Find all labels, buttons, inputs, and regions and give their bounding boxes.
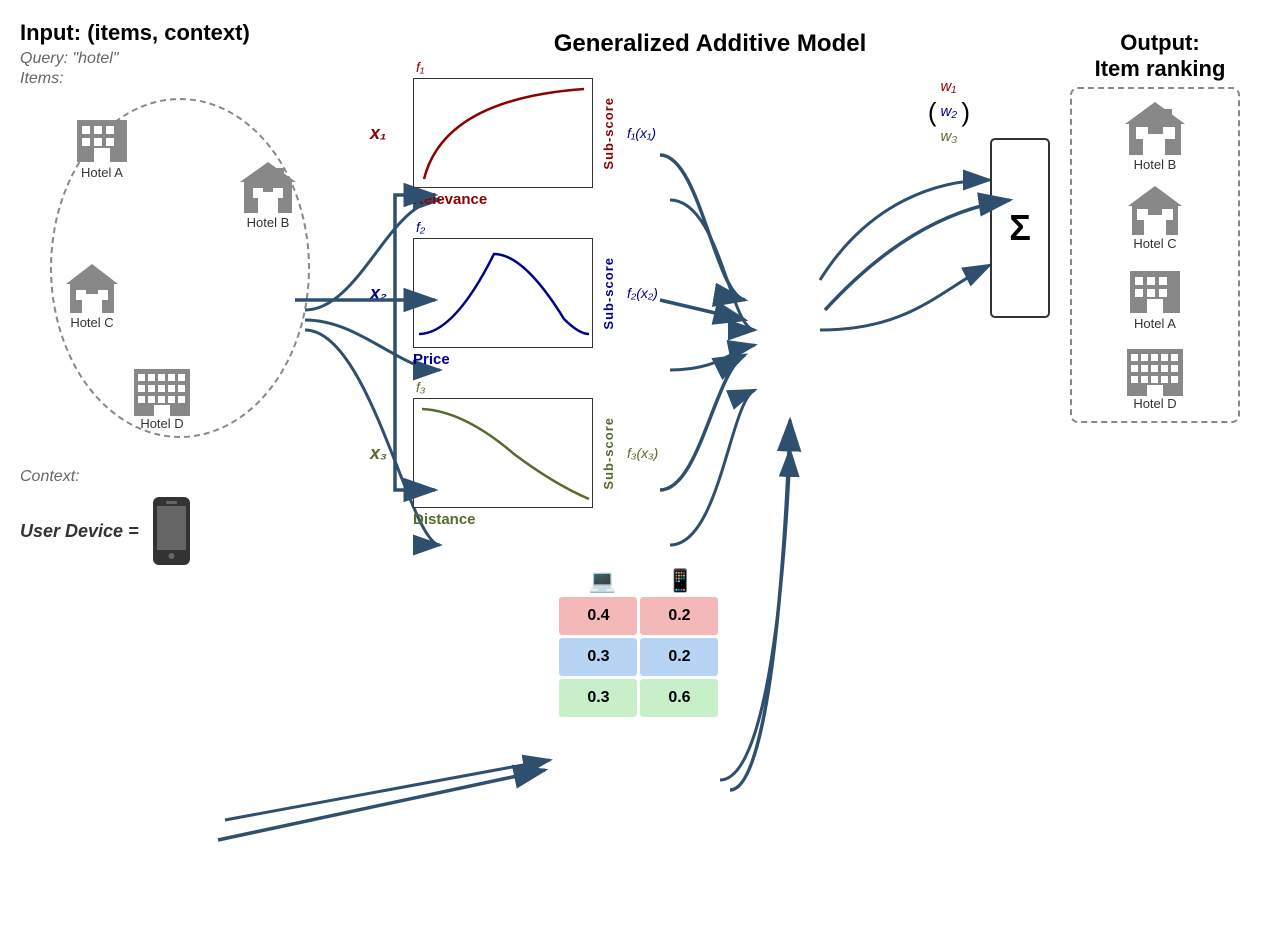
f2-func-label: f₂(x₂): [627, 285, 658, 301]
w1-phone: 0.2: [640, 597, 718, 635]
f2-subscore-label: Sub-score: [601, 257, 616, 330]
features-container: x₁ f₁ Sub-score f₁(x₁) Relevance: [370, 78, 908, 717]
hotel-c-output-icon: [1125, 182, 1185, 236]
w1-label: w₁: [941, 78, 958, 95]
items-oval: Hotel A Hotel B: [50, 98, 310, 438]
hotel-d-output-icon: [1125, 341, 1185, 396]
hotel-a: Hotel A: [72, 110, 132, 180]
feature-f2: x₂ f₂ Sub-score f₂(x₂) Price: [370, 238, 908, 368]
query-value: "hotel": [72, 50, 118, 67]
w1-laptop: 0.4: [559, 597, 637, 635]
query-text: Query: "hotel": [20, 50, 340, 68]
feature-f3: x₃ f₃ Sub-score f₃(x₃) Distance: [370, 398, 908, 528]
w2-phone: 0.2: [640, 638, 718, 676]
output-hotel-b: Hotel B: [1087, 99, 1223, 172]
device-icons-row: 💻 📱: [563, 568, 719, 594]
hotel-c: Hotel C: [62, 260, 122, 330]
output-hotel-a: Hotel A: [1087, 261, 1223, 331]
left-panel: Input: (items, context) Query: "hotel" I…: [20, 20, 340, 566]
hotel-d-label: Hotel D: [140, 416, 183, 431]
hotel-b-output-icon: [1123, 99, 1188, 157]
hotel-c-label: Hotel C: [70, 315, 113, 330]
f3-subscore-label: Sub-score: [601, 417, 616, 490]
output-title: Output: Item ranking: [1070, 30, 1250, 82]
hotel-d-output-label: Hotel D: [1133, 396, 1176, 411]
gam-title: Generalized Additive Model: [554, 30, 867, 58]
weight-vector: ( w₁ w₂ w₃ ): [928, 78, 970, 177]
sigma-symbol: Σ: [1009, 207, 1031, 249]
weight-matrix: 0.4 0.2 0.3 0.2 0.3 0.6: [559, 597, 718, 717]
context-label: Context:: [20, 468, 340, 486]
input-title: Input: (items, context): [20, 20, 340, 46]
f3-label: f₃: [416, 379, 425, 395]
hotel-items: Hotel A Hotel B: [52, 100, 308, 436]
f1-label: f₁: [416, 59, 424, 75]
right-panel: Output: Item ranking Hotel B: [1050, 20, 1250, 423]
hotel-a-label: Hotel A: [81, 165, 123, 180]
context-row: User Device =: [20, 496, 340, 566]
output-hotel-c: Hotel C: [1087, 182, 1223, 251]
f3-name: Distance: [413, 511, 476, 528]
hotel-b-label: Hotel B: [247, 215, 290, 230]
f1-func-label: f₁(x₁): [627, 125, 656, 141]
hotel-d: Hotel D: [132, 361, 192, 431]
hotel-c-output-label: Hotel C: [1133, 236, 1176, 251]
hotel-a-output-label: Hotel A: [1134, 316, 1176, 331]
hotel-b: Hotel B: [238, 160, 298, 230]
hotel-a-output-icon: [1125, 261, 1185, 316]
w3-phone: 0.6: [640, 679, 718, 717]
middle-panel: Generalized Additive Model x₁ f₁ Sub-s: [340, 20, 1050, 717]
sigma-box: Σ: [990, 138, 1050, 318]
phone-icon-header: 📱: [641, 568, 719, 594]
main-container: Input: (items, context) Query: "hotel" I…: [0, 0, 1270, 940]
w2-label: w₂: [941, 103, 958, 120]
f2-label: f₂: [416, 219, 425, 235]
output-hotel-d: Hotel D: [1087, 341, 1223, 411]
f3-chart: f₃: [413, 398, 593, 508]
f1-name: Relevance: [413, 191, 487, 208]
laptop-icon: 💻: [563, 568, 641, 594]
f2-name: Price: [413, 351, 450, 368]
f1-chart: f₁: [413, 78, 593, 188]
hotel-b-output-label: Hotel B: [1134, 157, 1177, 172]
feature-f1: x₁ f₁ Sub-score f₁(x₁) Relevance: [370, 78, 908, 208]
f1-subscore-label: Sub-score: [601, 97, 616, 170]
x2-label: x₂: [370, 283, 405, 304]
output-ranking: Hotel B Hotel C: [1070, 87, 1240, 423]
sigma-container: Σ: [990, 138, 1050, 318]
x1-label: x₁: [370, 123, 405, 144]
weight-matrix-area: 💻 📱 0.4 0.2 0.3 0.2 0.3 0.6: [370, 568, 908, 717]
x3-label: x₃: [370, 443, 405, 464]
query-label: Query:: [20, 50, 72, 67]
f2-chart: f₂: [413, 238, 593, 348]
device-label: User Device =: [20, 521, 139, 542]
f3-func-label: f₃(x₃): [627, 445, 658, 461]
w3-label: w₃: [941, 128, 958, 145]
w2-laptop: 0.3: [559, 638, 637, 676]
context-section: Context: User Device =: [20, 468, 340, 566]
w3-laptop: 0.3: [559, 679, 637, 717]
items-label: Items:: [20, 70, 340, 88]
mobile-phone-icon: [149, 496, 194, 566]
